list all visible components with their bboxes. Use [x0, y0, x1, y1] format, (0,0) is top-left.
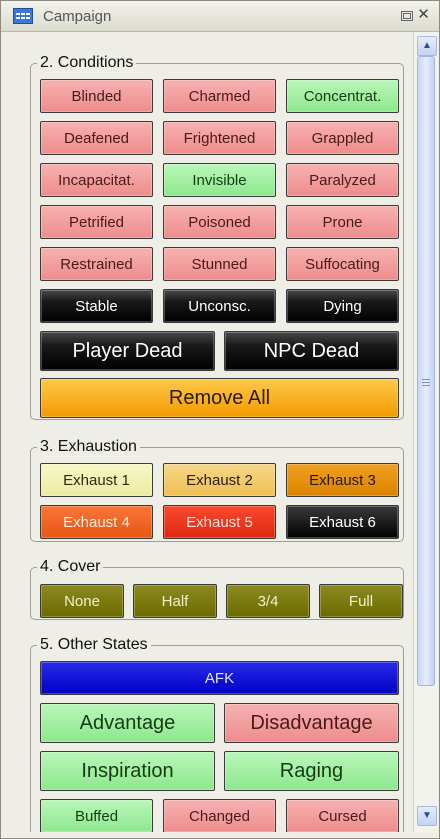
- restore-icon[interactable]: [401, 11, 413, 21]
- condition-button-poisoned[interactable]: Poisoned: [163, 205, 276, 239]
- vertical-scrollbar[interactable]: ▲ ▼: [413, 32, 438, 832]
- player-dead-button[interactable]: Player Dead: [40, 331, 215, 371]
- disadvantage-button[interactable]: Disadvantage: [224, 703, 399, 743]
- buffed-button[interactable]: Buffed: [40, 799, 153, 832]
- other-states-legend: 5. Other States: [40, 636, 148, 653]
- exhaust-6-button[interactable]: Exhaust 6: [286, 505, 399, 539]
- inspiration-button[interactable]: Inspiration: [40, 751, 215, 791]
- raging-button[interactable]: Raging: [224, 751, 399, 791]
- remove-all-button[interactable]: Remove All: [40, 378, 399, 418]
- scroll-down-icon[interactable]: ▼: [417, 806, 437, 826]
- condition-button-dying[interactable]: Dying: [286, 289, 399, 323]
- condition-button-incapacitated[interactable]: Incapacitat.: [40, 163, 153, 197]
- afk-button[interactable]: AFK: [40, 661, 399, 695]
- condition-button-concentration[interactable]: Concentrat.: [286, 79, 399, 113]
- condition-button-grappled[interactable]: Grappled: [286, 121, 399, 155]
- exhaust-1-button[interactable]: Exhaust 1: [40, 463, 153, 497]
- conditions-legend: 2. Conditions: [40, 54, 134, 71]
- condition-button-petrified[interactable]: Petrified: [40, 205, 153, 239]
- condition-button-stable[interactable]: Stable: [40, 289, 153, 323]
- condition-button-suffocating[interactable]: Suffocating: [286, 247, 399, 281]
- condition-button-stunned[interactable]: Stunned: [163, 247, 276, 281]
- cover-full-button[interactable]: Full: [319, 584, 403, 618]
- condition-button-charmed[interactable]: Charmed: [163, 79, 276, 113]
- condition-button-blinded[interactable]: Blinded: [40, 79, 153, 113]
- condition-button-frightened[interactable]: Frightened: [163, 121, 276, 155]
- cursed-button[interactable]: Cursed: [286, 799, 399, 832]
- condition-button-invisible[interactable]: Invisible: [163, 163, 276, 197]
- scroll-up-icon[interactable]: ▲: [417, 36, 437, 56]
- title-bar[interactable]: Campaign ✕: [1, 1, 439, 32]
- exhaust-5-button[interactable]: Exhaust 5: [163, 505, 276, 539]
- advantage-button[interactable]: Advantage: [40, 703, 215, 743]
- cover-legend: 4. Cover: [40, 558, 101, 575]
- condition-button-paralyzed[interactable]: Paralyzed: [286, 163, 399, 197]
- scroll-thumb[interactable]: [417, 56, 435, 686]
- condition-button-unconscious[interactable]: Unconsc.: [163, 289, 276, 323]
- window-title: Campaign: [43, 8, 112, 25]
- cover-none-button[interactable]: None: [40, 584, 124, 618]
- exhaust-2-button[interactable]: Exhaust 2: [163, 463, 276, 497]
- cover-three-quarters-button[interactable]: 3/4: [226, 584, 310, 618]
- exhaustion-legend: 3. Exhaustion: [40, 438, 137, 455]
- condition-button-restrained[interactable]: Restrained: [40, 247, 153, 281]
- cover-half-button[interactable]: Half: [133, 584, 217, 618]
- exhaust-3-button[interactable]: Exhaust 3: [286, 463, 399, 497]
- panel-content: 2. Conditions Blinded Charmed Concentrat…: [9, 32, 413, 832]
- condition-button-prone[interactable]: Prone: [286, 205, 399, 239]
- exhaust-4-button[interactable]: Exhaust 4: [40, 505, 153, 539]
- grip-icon: [422, 379, 430, 387]
- campaign-window: Campaign ✕ 2. Conditions Blinded Charmed…: [0, 0, 440, 839]
- close-icon[interactable]: ✕: [417, 7, 430, 22]
- condition-button-deafened[interactable]: Deafened: [40, 121, 153, 155]
- grid-icon: [13, 8, 33, 24]
- changed-button[interactable]: Changed: [163, 799, 276, 832]
- npc-dead-button[interactable]: NPC Dead: [224, 331, 399, 371]
